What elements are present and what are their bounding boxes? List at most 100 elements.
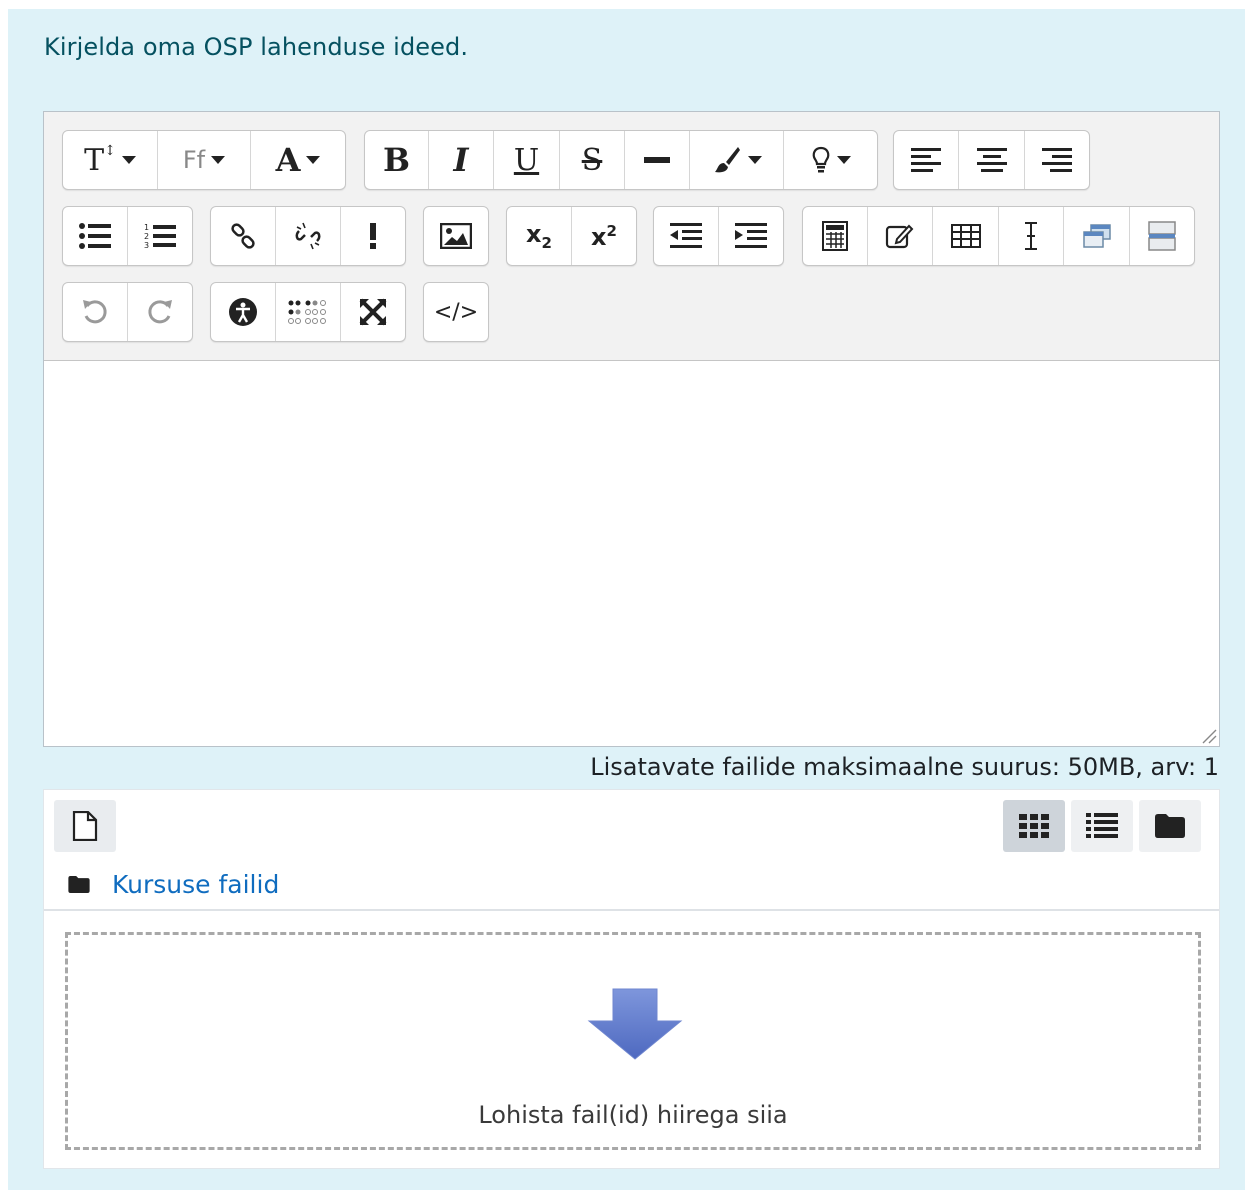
folder-icon: [1155, 814, 1185, 838]
rich-text-editor: T↕ Ff A B I U S 1 2 3 x2 x2 </>: [43, 111, 1220, 747]
align-left-icon: [911, 148, 941, 172]
grid-view-button[interactable]: [1003, 800, 1065, 852]
svg-text:2: 2: [144, 232, 149, 241]
outdent-icon: [670, 223, 702, 248]
style-group: B I U S: [364, 130, 878, 190]
numbered-list-icon: 1 2 3: [144, 223, 176, 250]
font-color-button[interactable]: A: [251, 131, 345, 189]
background-color-button[interactable]: [690, 131, 784, 189]
grid-icon: [1019, 814, 1049, 838]
svg-text:3: 3: [144, 241, 149, 250]
editor-content-area[interactable]: [44, 361, 1219, 746]
question-text: Kirjelda oma OSP lahenduse ideed.: [44, 33, 469, 61]
accessibility-group: [210, 282, 406, 342]
fullscreen-icon: [359, 298, 387, 326]
cursor-button[interactable]: [999, 207, 1064, 265]
image-group: [423, 206, 489, 266]
unlink-icon: [295, 222, 321, 250]
down-arrow-icon: [587, 988, 683, 1060]
superscript-icon: x2: [591, 222, 617, 251]
script-group: x2 x2: [506, 206, 637, 266]
breadcrumb: Kursuse failid: [68, 870, 279, 899]
calculator-button[interactable]: [803, 207, 868, 265]
image-button[interactable]: [424, 207, 488, 265]
underline-button[interactable]: U: [494, 131, 560, 189]
numbered-list-button[interactable]: 1 2 3: [128, 207, 192, 265]
windows-button[interactable]: [1064, 207, 1130, 265]
page-break-icon: [1148, 221, 1176, 251]
table-button[interactable]: [933, 207, 999, 265]
align-right-icon: [1042, 148, 1072, 172]
cursor-icon: [1025, 222, 1037, 250]
unlink-button[interactable]: [276, 207, 341, 265]
file-manager-toolbar: Kursuse failid: [44, 790, 1219, 911]
link-button[interactable]: [211, 207, 276, 265]
align-right-button[interactable]: [1025, 131, 1089, 189]
horizontal-rule-button[interactable]: [625, 131, 690, 189]
indent-button[interactable]: [719, 207, 783, 265]
subscript-icon: x2: [526, 220, 552, 252]
add-file-button[interactable]: [54, 800, 116, 852]
windows-icon: [1082, 224, 1111, 248]
strikethrough-button[interactable]: S: [560, 131, 625, 189]
question-panel: Kirjelda oma OSP lahenduse ideed. T↕ Ff …: [8, 9, 1245, 1190]
bullet-list-icon: [79, 223, 111, 249]
font-size-button[interactable]: T↕: [63, 131, 158, 189]
indent-group: [653, 206, 784, 266]
tree-view-button[interactable]: [1139, 800, 1201, 852]
bold-button[interactable]: B: [365, 131, 429, 189]
undo-icon: [83, 300, 107, 324]
superscript-button[interactable]: x2: [572, 207, 636, 265]
braille-button[interactable]: [276, 283, 341, 341]
font-family-icon: Ff: [182, 146, 206, 174]
course-files-link[interactable]: Kursuse failid: [112, 870, 279, 899]
font-color-icon: A: [275, 141, 301, 179]
link-group: [210, 206, 406, 266]
strikethrough-icon: S: [581, 142, 603, 178]
align-center-button[interactable]: [959, 131, 1025, 189]
history-group: [62, 282, 193, 342]
link-icon: [231, 223, 255, 249]
subscript-index: 2: [541, 233, 552, 252]
subscript-base: x: [526, 220, 542, 249]
redo-icon: [148, 300, 172, 324]
outdent-button[interactable]: [654, 207, 719, 265]
file-manager: Kursuse failid Lohista fail(id) hiirega …: [43, 789, 1220, 1169]
exclamation-button[interactable]: [341, 207, 405, 265]
fullscreen-button[interactable]: [341, 283, 405, 341]
redo-button[interactable]: [128, 283, 192, 341]
brush-icon: [714, 147, 740, 173]
font-family-button[interactable]: Ff: [158, 131, 251, 189]
align-left-button[interactable]: [894, 131, 959, 189]
font-group: T↕ Ff A: [62, 130, 346, 190]
file-dropzone[interactable]: Lohista fail(id) hiirega siia: [65, 932, 1201, 1150]
undo-button[interactable]: [63, 283, 128, 341]
indent-icon: [735, 223, 767, 248]
page-break-button[interactable]: [1130, 207, 1194, 265]
superscript-base: x: [591, 222, 607, 251]
braille-icon: [288, 300, 326, 324]
edit-button[interactable]: [868, 207, 933, 265]
edit-icon: [885, 224, 914, 249]
font-size-icon: T↕: [84, 142, 116, 178]
list-view-button[interactable]: [1071, 800, 1133, 852]
folder-icon: [68, 876, 90, 893]
subscript-button[interactable]: x2: [507, 207, 572, 265]
dropzone-label: Lohista fail(id) hiirega siia: [478, 1101, 788, 1129]
bold-icon: B: [382, 141, 411, 179]
code-group: </>: [423, 282, 489, 342]
resize-grip-icon[interactable]: [1201, 728, 1217, 744]
lightbulb-icon: [812, 146, 829, 173]
italic-button[interactable]: I: [429, 131, 494, 189]
insert-group: [802, 206, 1195, 266]
list-icon: [1086, 813, 1118, 838]
highlight-button[interactable]: [784, 131, 877, 189]
code-icon: </>: [433, 299, 479, 325]
file-icon: [72, 811, 98, 841]
svg-text:1: 1: [144, 223, 149, 232]
view-switcher: [1003, 800, 1201, 852]
image-icon: [440, 223, 472, 249]
html-button[interactable]: </>: [424, 283, 488, 341]
bullet-list-button[interactable]: [63, 207, 128, 265]
accessibility-button[interactable]: [211, 283, 276, 341]
